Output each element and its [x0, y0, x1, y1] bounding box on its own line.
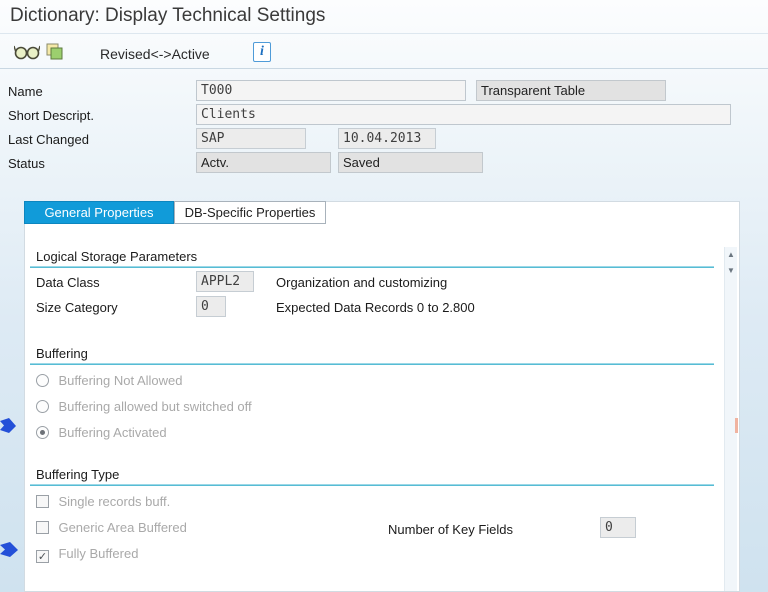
- status-label: Status: [8, 156, 45, 171]
- info-icon[interactable]: i: [253, 42, 271, 62]
- checkbox-single-records: Single records buff.: [36, 494, 170, 513]
- key-fields-field[interactable]: 0: [600, 517, 636, 538]
- checkbox-checked-icon: ✓: [36, 550, 49, 563]
- size-category-field[interactable]: 0: [196, 296, 226, 317]
- radio-label: Buffering Activated: [58, 425, 166, 440]
- radio-label: Buffering Not Allowed: [58, 373, 182, 388]
- buffering-group-title: Buffering: [36, 346, 94, 361]
- status-saved-field: Saved: [338, 152, 483, 173]
- radio-buffering-not-allowed: Buffering Not Allowed: [36, 373, 183, 392]
- radio-buffering-switched-off: Buffering allowed but switched off: [36, 399, 252, 418]
- tab-db-specific-properties[interactable]: DB-Specific Properties: [174, 201, 326, 224]
- checkbox-icon: [36, 495, 49, 508]
- last-changed-label: Last Changed: [8, 132, 89, 147]
- checkbox-label: Single records buff.: [58, 494, 170, 509]
- short-description-label: Short Descript.: [8, 108, 94, 123]
- toolbar-separator: [0, 68, 768, 69]
- other-object-icon[interactable]: [46, 43, 63, 65]
- scrollbar-position-mark: [735, 418, 738, 433]
- sap-window: Dictionary: Display Technical Settings R…: [0, 0, 768, 592]
- scroll-up-icon[interactable]: ▲: [723, 247, 739, 262]
- logical-storage-group-title: Logical Storage Parameters: [36, 249, 203, 264]
- changed-date-field[interactable]: 10.04.2013: [338, 128, 436, 149]
- radio-label: Buffering allowed but switched off: [58, 399, 251, 414]
- annotation-arrow-buffering-activated: [0, 418, 17, 439]
- annotation-arrow-fully-buffered: [0, 542, 19, 563]
- data-class-description: Organization and customizing: [276, 275, 447, 290]
- table-type-field: Transparent Table: [476, 80, 666, 101]
- tab-general-properties[interactable]: General Properties: [24, 201, 174, 224]
- data-class-label: Data Class: [36, 275, 100, 290]
- size-category-label: Size Category: [36, 300, 118, 315]
- scroll-down-icon[interactable]: ▼: [723, 263, 739, 278]
- size-category-description: Expected Data Records 0 to 2.800: [276, 300, 475, 315]
- checkbox-icon: [36, 521, 49, 534]
- status-value-field: Actv.: [196, 152, 331, 173]
- radio-icon: [36, 374, 49, 387]
- checkbox-label: Fully Buffered: [58, 546, 138, 561]
- checkbox-fully-buffered: ✓ Fully Buffered: [36, 546, 138, 565]
- buffering-type-group-title: Buffering Type: [36, 467, 125, 482]
- name-label: Name: [8, 84, 43, 99]
- display-change-icon[interactable]: [14, 42, 40, 66]
- buffering-type-group-line: [30, 484, 714, 486]
- logical-storage-group-line: [30, 266, 714, 268]
- title-separator: [0, 33, 768, 34]
- checkbox-label: Generic Area Buffered: [58, 520, 186, 535]
- radio-icon: [36, 400, 49, 413]
- checkbox-generic-area: Generic Area Buffered: [36, 520, 187, 539]
- changed-by-field[interactable]: SAP: [196, 128, 306, 149]
- radio-buffering-activated: Buffering Activated: [36, 425, 167, 444]
- revised-active-button[interactable]: Revised<->Active: [100, 46, 210, 62]
- name-field[interactable]: T000: [196, 80, 466, 101]
- page-title: Dictionary: Display Technical Settings: [10, 5, 325, 27]
- radio-selected-icon: [36, 426, 49, 439]
- buffering-group-line: [30, 363, 714, 365]
- short-description-field[interactable]: Clients: [196, 104, 731, 125]
- data-class-field[interactable]: APPL2: [196, 271, 254, 292]
- key-fields-label: Number of Key Fields: [388, 522, 513, 537]
